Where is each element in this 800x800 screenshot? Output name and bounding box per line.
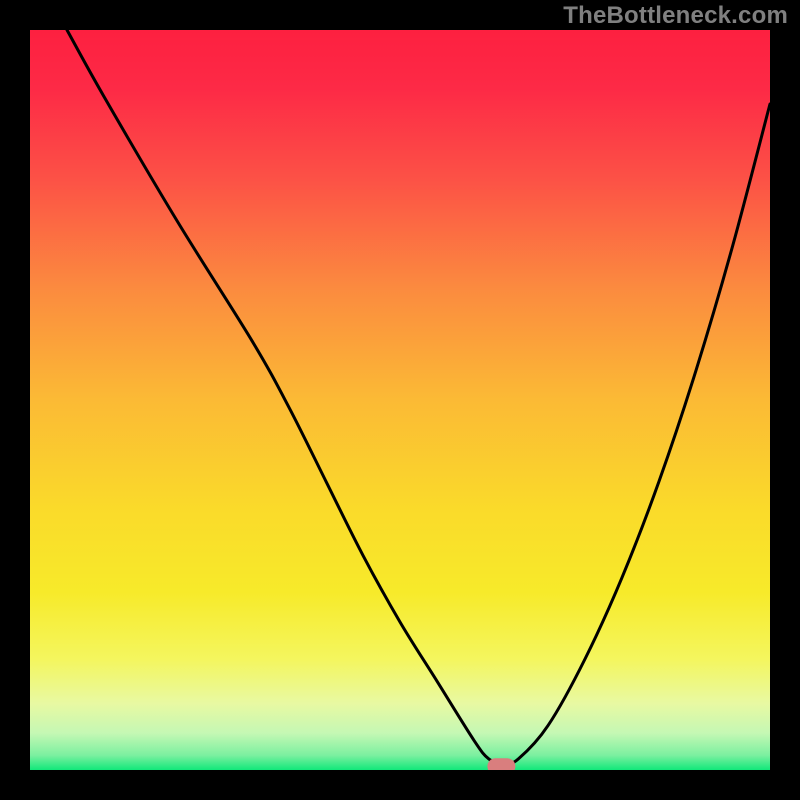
plot-background [30, 30, 770, 770]
bottleneck-chart [0, 0, 800, 800]
chart-container: { "watermark": "TheBottleneck.com", "cha… [0, 0, 800, 800]
watermark-text: TheBottleneck.com [563, 2, 788, 30]
